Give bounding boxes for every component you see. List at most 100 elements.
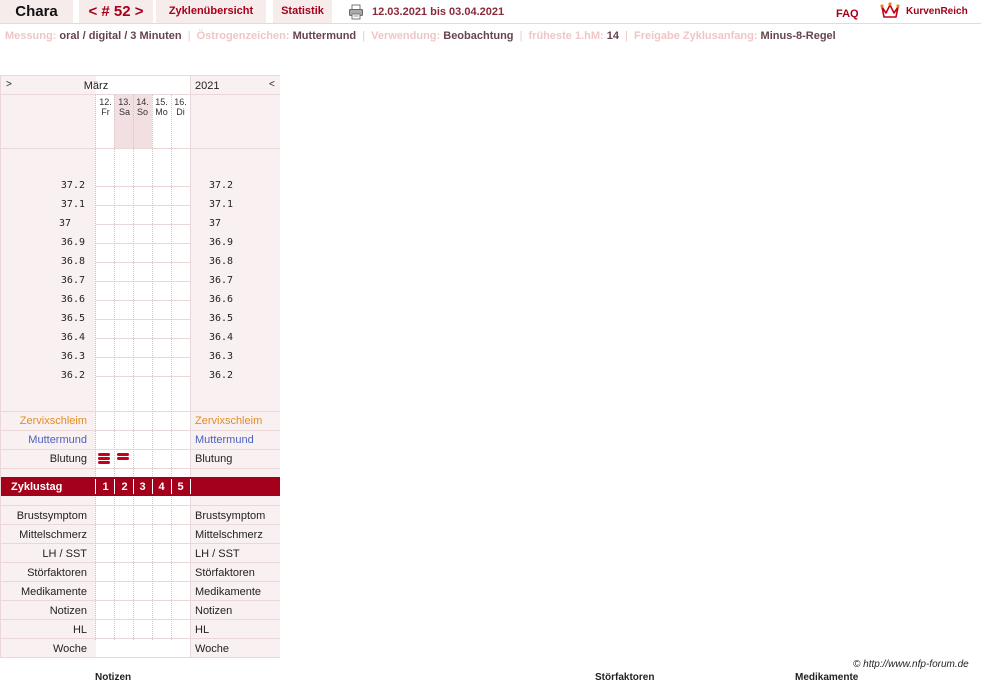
row-label-notes: Notizen (195, 605, 233, 617)
temp-grid-line (96, 376, 191, 377)
temp-label: 37 (59, 218, 72, 229)
temp-label: 36.7 (209, 275, 234, 286)
row-label-disturbances: Störfaktoren (27, 567, 87, 579)
printer-icon[interactable] (348, 4, 364, 20)
day-date: 12. (99, 97, 112, 107)
cycle-day-number: 3 (139, 481, 146, 493)
faq-link[interactable]: FAQ (836, 8, 859, 20)
temp-label: 36.9 (60, 237, 85, 248)
temp-grid-line (96, 186, 191, 187)
day-header[interactable]: 12. Fr (96, 97, 115, 117)
day-date: 13. (118, 97, 131, 107)
row-label-lh-sst: LH / SST (195, 548, 240, 560)
row-divider (1, 638, 280, 639)
measure-label: Messung: (5, 30, 57, 42)
temp-grid-line (96, 224, 191, 225)
bleeding-mark[interactable] (98, 453, 110, 464)
cycle-navigator[interactable]: < # 52 > (79, 0, 153, 23)
row-divider (1, 581, 280, 582)
temp-label: 36.5 (60, 313, 85, 324)
day-header[interactable]: 14. So (133, 97, 152, 117)
cervical-mucus-label: Zervixschleim (195, 415, 263, 427)
logo-text: KurvenReich (906, 5, 968, 17)
cervix-label: Muttermund (28, 434, 87, 446)
day-weekday: Sa (118, 107, 130, 117)
temp-label: 36.4 (60, 332, 85, 343)
temp-label: 37.2 (209, 180, 234, 191)
temp-label: 36.6 (209, 294, 234, 305)
day-weekday: Fr (101, 107, 110, 117)
day-date: 15. (155, 97, 168, 107)
day-column-line (114, 95, 115, 640)
row-label-week: Woche (52, 643, 87, 655)
row-divider (1, 562, 280, 563)
temp-label: 36.6 (60, 294, 85, 305)
temp-label: 36.9 (209, 237, 234, 248)
row-divider (1, 94, 280, 95)
temp-label: 36.8 (60, 256, 85, 267)
temp-grid-line (96, 357, 191, 358)
temp-label: 37.1 (209, 199, 234, 210)
cycle-chart: > März 2021 < 12. Fr 13. Sa 14. So 15. M… (0, 75, 280, 658)
bleeding-bar (98, 457, 110, 460)
row-divider (1, 449, 280, 450)
day-header[interactable]: 16. Di (171, 97, 190, 117)
day-column-line (152, 95, 153, 640)
copyright: © http://www.nfp-forum.de (853, 659, 969, 670)
separator: | (625, 30, 628, 42)
day-weekday: So (136, 107, 148, 117)
tab-statistics[interactable]: Statistik (273, 0, 332, 23)
bleeding-bar (117, 453, 129, 456)
temp-label: 36.4 (209, 332, 234, 343)
temp-label: 36.7 (60, 275, 85, 286)
separator: | (519, 30, 523, 42)
row-label-medication: Medikamente (195, 586, 262, 598)
earliest-label: früheste 1.hM: (528, 30, 604, 42)
temp-grid-line (96, 243, 191, 244)
settings-line: Messung: oral / digital / 3 Minuten | Ös… (5, 30, 836, 42)
day-column-line (95, 95, 96, 640)
row-label-breast-symptom: Brustsymptom (16, 510, 87, 522)
day-column-line (133, 95, 134, 640)
row-label-notes: Notizen (49, 605, 87, 617)
day-column-line (171, 95, 172, 640)
temp-label: 36.8 (209, 256, 234, 267)
temp-label: 36.5 (209, 313, 234, 324)
day-date: 16. (174, 97, 187, 107)
app-tab[interactable]: Chara (0, 0, 73, 23)
tab-cycle-overview[interactable]: Zyklenübersicht (156, 0, 266, 23)
day-header[interactable]: 13. Sa (115, 97, 134, 117)
measure-value: oral / digital / 3 Minuten (59, 30, 182, 42)
cervical-mucus-label: Zervixschleim (19, 415, 87, 427)
row-label-mittelschmerz: Mittelschmerz (195, 529, 263, 541)
crown-icon (880, 2, 900, 18)
day-header[interactable]: 15. Mo (152, 97, 171, 117)
day-date: 14. (136, 97, 149, 107)
cycle-day-number: 4 (158, 481, 165, 493)
row-label-week: Woche (195, 643, 230, 655)
row-label-medication: Medikamente (20, 586, 87, 598)
row-label-disturbances: Störfaktoren (195, 567, 255, 579)
bleeding-bar (98, 461, 110, 464)
footer-medication-heading: Medikamente (795, 672, 859, 683)
row-label-hl: HL (72, 624, 87, 636)
next-period-button[interactable]: < (269, 79, 275, 90)
day-weekday: Mo (155, 107, 168, 117)
cycle-day-label: Zyklustag (11, 481, 63, 493)
temp-grid-line (96, 338, 191, 339)
temp-label: 37.2 (60, 180, 85, 191)
use-label: Verwendung: (371, 30, 441, 42)
temp-label: 36.2 (209, 370, 234, 381)
earliest-value: 14 (606, 30, 620, 42)
date-range: 12.03.2021 bis 03.04.2021 (372, 6, 505, 18)
row-divider (1, 524, 280, 525)
temp-label: 36.3 (60, 351, 85, 362)
row-label-mittelschmerz: Mittelschmerz (19, 529, 87, 541)
logo[interactable]: KurvenReich (880, 2, 968, 20)
bleeding-mark[interactable] (117, 453, 129, 462)
separator: | (187, 30, 191, 42)
estrogen-label: Östrogenzeichen: (196, 30, 290, 42)
top-bar: Chara < # 52 > Zyklenübersicht Statistik… (0, 0, 981, 24)
row-divider (1, 468, 280, 469)
temp-label: 36.2 (60, 370, 85, 381)
